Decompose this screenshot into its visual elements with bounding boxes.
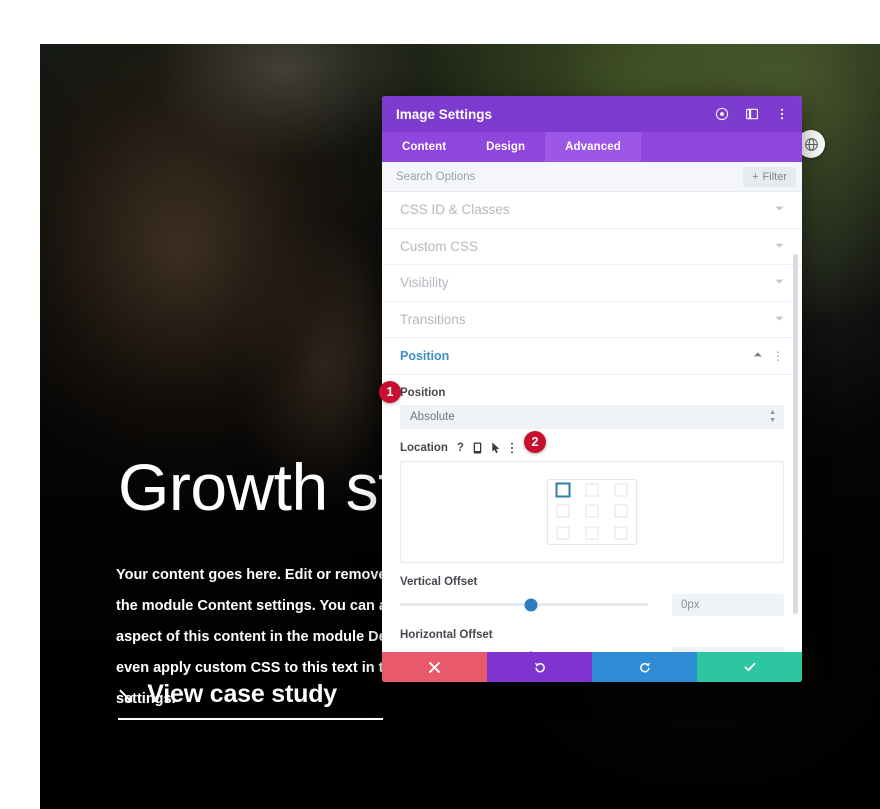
chevron-down-icon: ⏷ <box>775 203 784 216</box>
modal-header-actions <box>714 106 790 122</box>
position-select-value: Absolute <box>410 410 455 423</box>
target-icon[interactable] <box>714 106 730 122</box>
accordion-custom-css[interactable]: Custom CSS ⏷ <box>382 229 802 265</box>
location-grid <box>547 478 637 545</box>
chevron-up-icon: ⏶ <box>753 349 762 362</box>
modal-body: CSS ID & Classes ⏷ Custom CSS ⏷ Visibili… <box>382 192 802 652</box>
vertical-offset-slider[interactable] <box>400 596 672 614</box>
cancel-button[interactable] <box>382 652 487 682</box>
undo-button[interactable] <box>487 652 592 682</box>
check-icon <box>744 662 755 672</box>
callout-badge-2: 2 <box>524 431 546 453</box>
hover-cursor-icon[interactable] <box>491 442 501 454</box>
more-vertical-icon[interactable] <box>774 106 790 122</box>
close-icon <box>429 661 440 673</box>
responsive-mobile-icon[interactable] <box>473 442 482 454</box>
slider-handle[interactable] <box>524 598 538 611</box>
redo-button[interactable] <box>592 652 697 682</box>
tab-design[interactable]: Design <box>466 132 545 162</box>
vertical-offset-value[interactable]: 0px <box>672 593 784 616</box>
more-vertical-icon[interactable]: ⋮ <box>772 350 784 362</box>
modal-footer <box>382 652 802 682</box>
modal-header: Image Settings <box>382 96 802 132</box>
view-case-study-label: View case study <box>147 680 337 708</box>
search-input[interactable] <box>396 170 744 183</box>
plus-icon: + <box>752 170 759 183</box>
location-cell-bottom-right[interactable] <box>607 522 636 543</box>
chevron-down-icon: ⏷ <box>775 276 784 289</box>
scrollbar-track[interactable] <box>793 194 800 650</box>
more-vertical-icon[interactable] <box>510 442 514 454</box>
position-select[interactable]: Absolute ▲ ▼ <box>400 404 784 429</box>
cta-underline <box>118 718 383 720</box>
filter-button[interactable]: + Filter <box>743 166 796 187</box>
tab-advanced[interactable]: Advanced <box>545 132 641 162</box>
modal-tabs: Content Design Advanced <box>382 132 802 162</box>
chevron-down-icon: ⏷ <box>775 312 784 325</box>
horizontal-offset-row: 0px <box>400 646 784 652</box>
vertical-offset-label: Vertical Offset <box>400 575 478 588</box>
accordion-visibility[interactable]: Visibility ⏷ <box>382 265 802 302</box>
vertical-offset-row: 0px <box>400 593 784 616</box>
redo-icon <box>639 662 650 673</box>
accordion-label: Visibility <box>400 275 449 291</box>
accordion-position[interactable]: Position ⏶ ⋮ <box>382 338 802 375</box>
modal-title: Image Settings <box>396 106 493 122</box>
location-cell-middle-right[interactable] <box>607 501 636 522</box>
position-section-body: Position Absolute ▲ ▼ Location ? Vertica… <box>382 375 802 652</box>
location-label: Location <box>400 441 448 454</box>
location-cell-center[interactable] <box>577 501 606 522</box>
filter-label: Filter <box>762 170 787 183</box>
accordion-label: CSS ID & Classes <box>400 202 510 218</box>
horizontal-offset-value[interactable]: 0px <box>672 646 784 652</box>
location-picker <box>400 460 784 563</box>
scrollbar-thumb[interactable] <box>793 254 798 614</box>
location-cell-top-center[interactable] <box>577 480 606 501</box>
chevron-down-icon: ⏷ <box>775 239 784 252</box>
accordion-label: Transitions <box>400 311 466 327</box>
globe-icon <box>804 137 818 151</box>
location-option-icons: ? <box>457 442 514 454</box>
image-settings-modal: Image Settings Content Design Advanced S… <box>382 96 802 682</box>
layout-panel-icon[interactable] <box>744 106 760 122</box>
location-field-row: Location ? <box>400 442 784 454</box>
undo-icon <box>534 662 545 673</box>
accordion-transitions[interactable]: Transitions ⏷ <box>382 302 802 338</box>
tab-content[interactable]: Content <box>382 132 466 162</box>
position-field-label: Position <box>400 386 446 399</box>
help-icon[interactable]: ? <box>457 442 464 454</box>
horizontal-offset-slider[interactable] <box>400 649 672 652</box>
location-cell-top-left[interactable] <box>548 480 577 501</box>
screenshot-root: Growth strategy in Kur Your content goes… <box>0 0 880 809</box>
location-cell-bottom-center[interactable] <box>577 522 606 543</box>
view-case-study-link[interactable]: ↘ View case study <box>116 680 337 709</box>
accordion-label: Custom CSS <box>400 238 479 254</box>
location-cell-middle-left[interactable] <box>548 501 577 522</box>
select-updown-icon: ▲ ▼ <box>769 408 776 424</box>
save-button[interactable] <box>697 652 802 682</box>
search-options-bar: + Filter <box>382 162 802 192</box>
slider-handle[interactable] <box>524 651 538 652</box>
arrow-down-right-icon: ↘ <box>116 682 136 708</box>
accordion-css-id-classes[interactable]: CSS ID & Classes ⏷ <box>382 192 802 229</box>
location-cell-bottom-left[interactable] <box>548 522 577 543</box>
horizontal-offset-label: Horizontal Offset <box>400 628 493 641</box>
location-cell-top-right[interactable] <box>607 480 636 501</box>
callout-badge-1: 1 <box>379 381 401 403</box>
accordion-label: Position <box>400 348 450 363</box>
